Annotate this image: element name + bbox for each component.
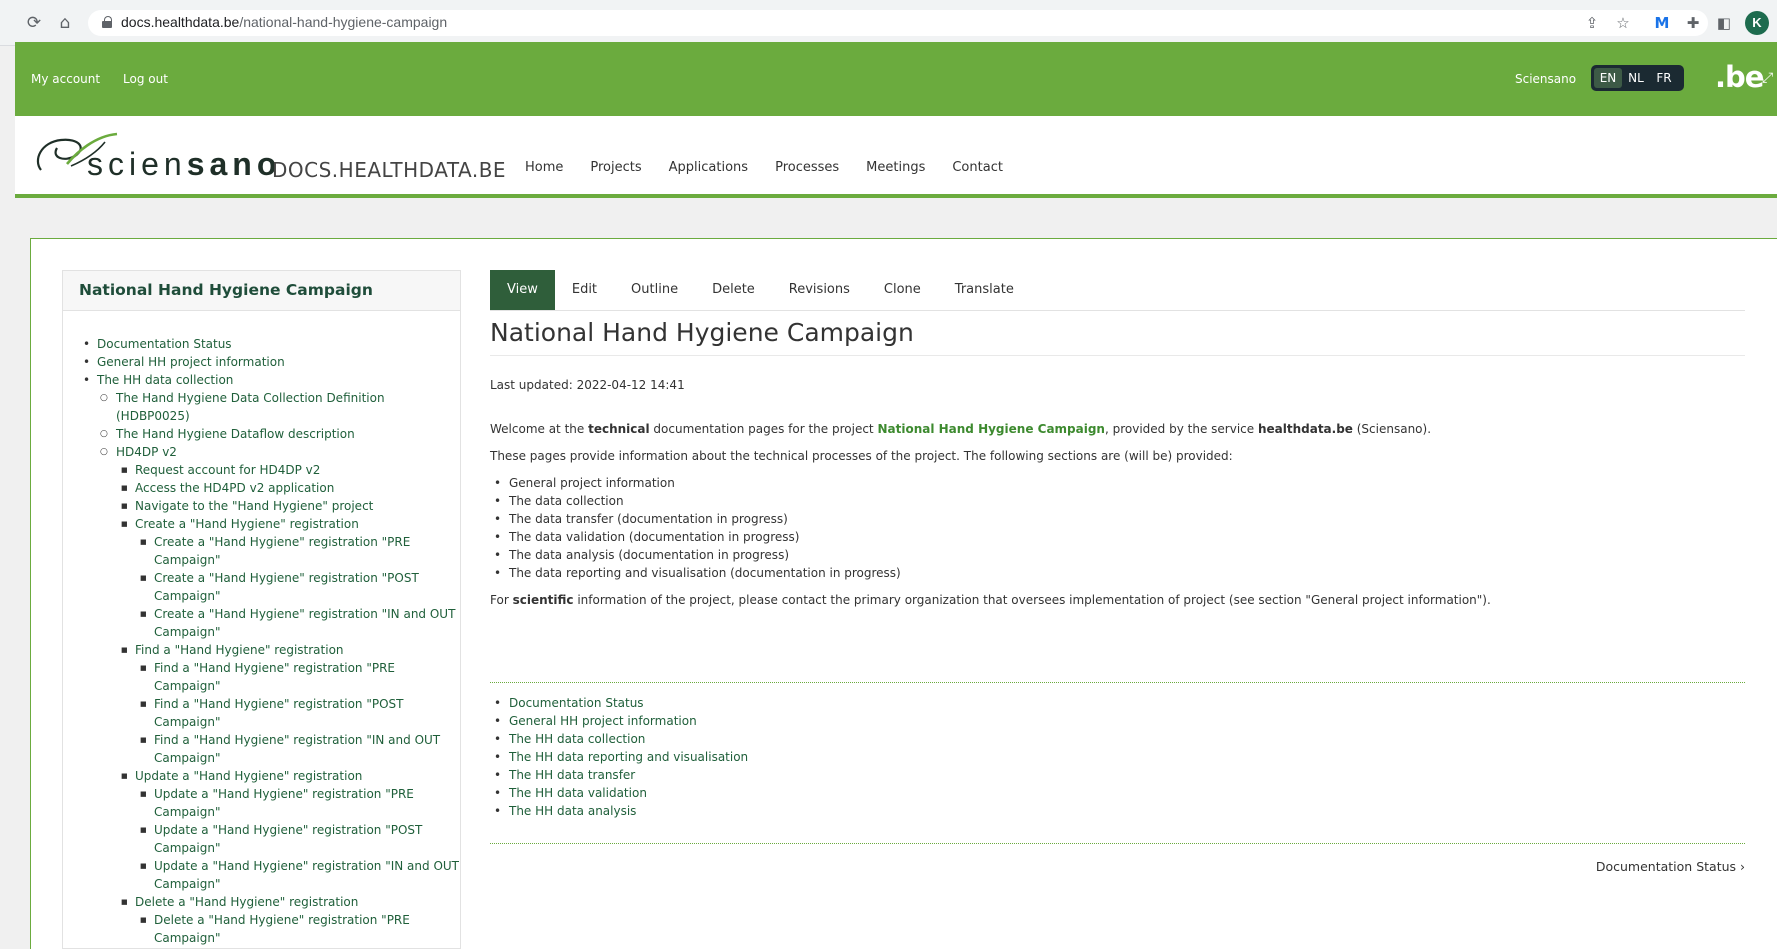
tab-revisions[interactable]: Revisions [772, 270, 867, 310]
browser-toolbar: ⟳ ⌂ docs.healthdata.be/national-hand-hyg… [0, 0, 1777, 46]
sidebar-tree-item[interactable]: Create a "Hand Hygiene" registration "PR… [63, 533, 460, 569]
sidebar-tree-item[interactable]: The Hand Hygiene Data Collection Definit… [63, 389, 460, 425]
top-utility-bar: My account Log out Sciensano EN NL FR .b… [15, 42, 1777, 116]
list-item: General project information [490, 474, 1745, 492]
org-name: Sciensano [1515, 72, 1577, 86]
list-item: The data reporting and visualisation (do… [490, 564, 1745, 582]
sidebar-tree-item[interactable]: Delete a "Hand Hygiene" registration "PR… [63, 911, 460, 947]
tab-edit[interactable]: Edit [555, 270, 614, 310]
bookmark-star-icon[interactable]: ☆ [1613, 13, 1633, 33]
book-navigation: National Hand Hygiene Campaign Documenta… [62, 270, 461, 949]
child-page-link[interactable]: The HH data reporting and visualisation [490, 748, 748, 766]
page-title: National Hand Hygiene Campaign [490, 318, 1745, 356]
sidebar-tree-item[interactable]: Find a "Hand Hygiene" registration "POST… [63, 695, 460, 731]
list-item: The data collection [490, 492, 1745, 510]
tab-view[interactable]: View [490, 270, 555, 310]
book-tree: Documentation StatusGeneral HH project i… [63, 311, 460, 947]
nav-home[interactable]: Home [525, 160, 563, 175]
sidebar-tree-item[interactable]: Access the HD4PD v2 application [63, 479, 460, 497]
sidebar-tree-item[interactable]: Update a "Hand Hygiene" registration "PR… [63, 785, 460, 821]
sidebar-tree-item[interactable]: Create a "Hand Hygiene" registration "PO… [63, 569, 460, 605]
scientific-paragraph: For scientific information of the projec… [490, 593, 1491, 607]
child-pages-list: Documentation Status General HH project … [490, 694, 748, 820]
sidebar-tree-item[interactable]: Find a "Hand Hygiene" registration "PRE … [63, 659, 460, 695]
address-bar[interactable]: docs.healthdata.be/national-hand-hygiene… [88, 10, 1708, 36]
url-text[interactable]: docs.healthdata.be/national-hand-hygiene… [121, 14, 447, 30]
child-page-link[interactable]: The HH data analysis [490, 802, 748, 820]
list-item: The data analysis (documentation in prog… [490, 546, 1745, 564]
child-page-link[interactable]: The HH data collection [490, 730, 748, 748]
page-body: Welcome at the technical documentation p… [490, 420, 1745, 618]
nav-projects[interactable]: Projects [590, 160, 641, 175]
sidebar-tree-item[interactable]: Delete a "Hand Hygiene" registration [63, 893, 460, 911]
last-updated: Last updated: 2022-04-12 14:41 [490, 378, 685, 392]
tab-outline[interactable]: Outline [614, 270, 695, 310]
sidebar-tree-item[interactable]: Navigate to the "Hand Hygiene" project [63, 497, 460, 515]
divider [490, 843, 1745, 844]
site-title[interactable]: DOCS.HEALTHDATA.BE [272, 158, 506, 182]
share-icon[interactable]: ⇪ [1582, 13, 1602, 33]
next-page-link[interactable]: Documentation Status › [1596, 859, 1745, 874]
tab-delete[interactable]: Delete [695, 270, 772, 310]
local-tasks: View Edit Outline Delete Revisions Clone… [490, 270, 1745, 311]
nav-applications[interactable]: Applications [669, 160, 748, 175]
main-nav: Home Projects Applications Processes Mee… [525, 160, 1030, 175]
nav-meetings[interactable]: Meetings [866, 160, 925, 175]
nav-processes[interactable]: Processes [775, 160, 839, 175]
sidebar-tree-item[interactable]: General HH project information [63, 353, 460, 371]
child-page-link[interactable]: Documentation Status [490, 694, 748, 712]
list-item: The data validation (documentation in pr… [490, 528, 1745, 546]
site-header: sciensano DOCS.HEALTHDATA.BE Home Projec… [15, 116, 1777, 198]
sidebar-tree-item[interactable]: Update a "Hand Hygiene" registration [63, 767, 460, 785]
sidebar-tree-item[interactable]: The Hand Hygiene Dataflow description [63, 425, 460, 443]
lock-icon [102, 16, 112, 28]
list-item: The data transfer (documentation in prog… [490, 510, 1745, 528]
sidebar-tree-item[interactable]: Create a "Hand Hygiene" registration [63, 515, 460, 533]
tab-translate[interactable]: Translate [938, 270, 1031, 310]
sidebar-tree-item[interactable]: HD4DP v2 [63, 443, 460, 461]
lang-nl[interactable]: NL [1622, 68, 1650, 88]
child-page-link[interactable]: The HH data validation [490, 784, 748, 802]
divider [490, 682, 1745, 683]
sidebar-tree-item[interactable]: Documentation Status [63, 335, 460, 353]
puzzle-icon[interactable]: ✚ [1683, 13, 1703, 33]
log-out-link[interactable]: Log out [123, 72, 168, 86]
sections-intro: These pages provide information about th… [490, 449, 1233, 463]
sidebar-tree-item[interactable]: Update a "Hand Hygiene" registration "IN… [63, 857, 460, 893]
sidebar-tree-item[interactable]: Request account for HD4DP v2 [63, 461, 460, 479]
lang-fr[interactable]: FR [1650, 68, 1678, 88]
child-page-link[interactable]: The HH data transfer [490, 766, 748, 784]
extension-icon[interactable]: M [1652, 13, 1672, 33]
sidebar-tree-item[interactable]: Update a "Hand Hygiene" registration "PO… [63, 821, 460, 857]
intro-paragraph: Welcome at the technical documentation p… [490, 422, 1432, 436]
sidebar-tree-item[interactable]: Find a "Hand Hygiene" registration [63, 641, 460, 659]
tab-clone[interactable]: Clone [867, 270, 938, 310]
child-page-link[interactable]: General HH project information [490, 712, 748, 730]
book-nav-title: National Hand Hygiene Campaign [63, 271, 460, 311]
sidebar-tree-item[interactable]: Create a "Hand Hygiene" registration "IN… [63, 605, 460, 641]
lang-en[interactable]: EN [1594, 68, 1622, 88]
logo-wordmark[interactable]: sciensano [87, 146, 281, 183]
sections-list: General project information The data col… [490, 474, 1745, 582]
profile-avatar[interactable]: K [1745, 11, 1769, 35]
home-icon[interactable]: ⌂ [55, 13, 75, 33]
sidebar-tree-item[interactable]: The HH data collection [63, 371, 460, 389]
language-switcher: EN NL FR [1591, 65, 1684, 91]
side-panel-icon[interactable]: ◧ [1714, 13, 1734, 33]
my-account-link[interactable]: My account [31, 72, 100, 86]
reload-icon[interactable]: ⟳ [24, 13, 44, 33]
sidebar-tree-item[interactable]: Find a "Hand Hygiene" registration "IN a… [63, 731, 460, 767]
collapse-icon[interactable]: ⤢ [1762, 70, 1773, 86]
nav-contact[interactable]: Contact [952, 160, 1003, 175]
be-logo[interactable]: .be [1715, 60, 1764, 94]
